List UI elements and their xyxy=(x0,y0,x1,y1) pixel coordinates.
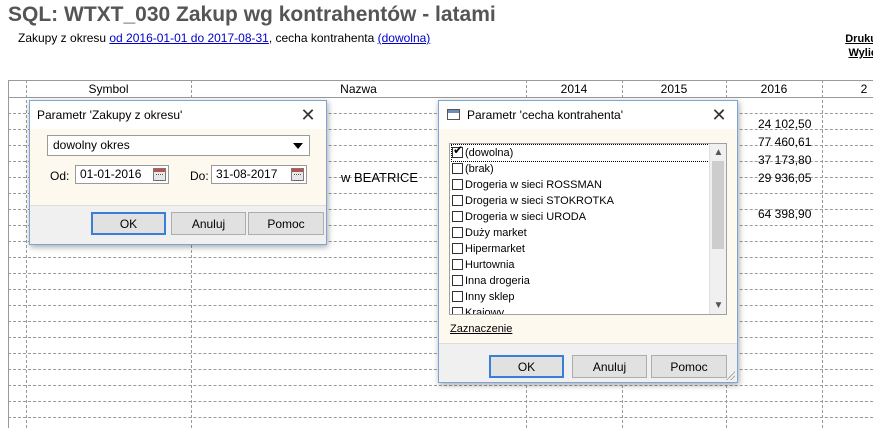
feature-item-label: Hipermarket xyxy=(465,243,525,255)
report-subtitle: Zakupy z okresu od 2016-01-01 do 2017-08… xyxy=(18,31,430,45)
column-header-2016: 2016 xyxy=(760,82,788,96)
cancel-button[interactable]: Anuluj xyxy=(171,212,246,235)
feature-link[interactable]: (dowolna) xyxy=(378,31,431,45)
column-header-2015: 2015 xyxy=(660,82,688,96)
table-cell-name: w BEATRICE xyxy=(341,170,419,185)
column-header-2014: 2014 xyxy=(560,82,588,96)
period-dialog-footer: OK Anuluj Pomoc xyxy=(30,205,326,244)
checkmark-icon: ✔ xyxy=(453,143,464,157)
subtitle-middle: , cecha kontrahenta xyxy=(268,31,378,45)
feature-list[interactable]: ✔ (dowolna) (brak) Drogeria w sieci ROSS… xyxy=(449,143,727,315)
feature-item-label: Drogeria w sieci URODA xyxy=(465,211,587,223)
calculate-link[interactable]: Wylic xyxy=(848,47,873,59)
calendar-icon[interactable] xyxy=(153,168,166,181)
table-cell-2016: 77 460,61 xyxy=(758,135,812,149)
subtitle-prefix: Zakupy z okresu xyxy=(18,31,110,45)
report-title: SQL: WTXT_030 Zakup wg kontrahentów - la… xyxy=(8,3,496,26)
feature-item-label: (dowolna) xyxy=(465,147,514,159)
help-button[interactable]: Pomoc xyxy=(651,355,727,378)
from-date-value: 01-01-2016 xyxy=(80,167,142,181)
chevron-down-icon[interactable]: ▼ xyxy=(710,297,726,314)
close-icon[interactable]: ✕ xyxy=(709,105,729,125)
to-label: Do: xyxy=(190,169,209,183)
list-scrollbar[interactable]: ▲ ▼ xyxy=(709,144,726,314)
feature-dialog-footer: OK Anuluj Pomoc xyxy=(439,343,737,382)
column-header-symbol: Symbol xyxy=(88,82,129,96)
feature-dialog-body: ✔ (dowolna) (brak) Drogeria w sieci ROSS… xyxy=(439,129,737,343)
print-link[interactable]: Druku xyxy=(845,33,873,45)
feature-item-label: Inna drogeria xyxy=(465,275,530,287)
feature-item-label: Krajowy xyxy=(465,307,505,315)
feature-item-label: Duży market xyxy=(465,227,527,239)
period-dialog: Parametr 'Zakupy z okresu' ✕ dowolny okr… xyxy=(29,100,327,245)
feature-item-label: (brak) xyxy=(465,163,494,175)
period-dialog-titlebar[interactable]: Parametr 'Zakupy z okresu' ✕ xyxy=(30,101,326,129)
scrollbar-thumb[interactable] xyxy=(712,161,724,249)
table-cell-2016: 29 936,05 xyxy=(758,171,812,185)
feature-dialog-title: Parametr 'cecha kontrahenta' xyxy=(467,108,623,122)
period-link[interactable]: od 2016-01-01 do 2017-08-31 xyxy=(109,31,268,45)
from-date-field[interactable]: 01-01-2016 xyxy=(75,165,169,184)
checkbox[interactable] xyxy=(452,243,463,254)
checkbox[interactable] xyxy=(452,275,463,286)
ok-button[interactable]: OK xyxy=(489,355,564,378)
column-header-name: Nazwa xyxy=(340,82,377,96)
feature-item-label: Drogeria w sieci ROSSMAN xyxy=(465,179,602,191)
feature-item[interactable]: ✔ (dowolna) xyxy=(451,143,726,162)
table-cell-2016: 24 102,50 xyxy=(758,117,812,131)
feature-item-label: Drogeria w sieci STOKROTKA xyxy=(465,195,614,207)
from-label: Od: xyxy=(50,169,70,183)
checkbox[interactable] xyxy=(452,307,463,314)
feature-dialog-titlebar[interactable]: Parametr 'cecha kontrahenta' ✕ xyxy=(439,101,737,129)
to-date-field[interactable]: 31-08-2017 xyxy=(211,165,307,184)
checkbox[interactable] xyxy=(452,211,463,222)
close-icon[interactable]: ✕ xyxy=(298,105,318,125)
period-dialog-title: Parametr 'Zakupy z okresu' xyxy=(37,108,183,122)
period-dialog-body: dowolny okres Od: 01-01-2016 Do: 31-08-2… xyxy=(30,129,326,205)
checkbox[interactable] xyxy=(452,195,463,206)
checkbox[interactable] xyxy=(452,227,463,238)
cancel-button[interactable]: Anuluj xyxy=(572,355,647,378)
checkbox[interactable] xyxy=(452,163,463,174)
selection-link[interactable]: Zaznaczenie xyxy=(450,323,512,335)
ok-button[interactable]: OK xyxy=(91,212,166,235)
feature-item-label: Hurtownia xyxy=(465,259,515,271)
checkbox[interactable]: ✔ xyxy=(452,143,464,158)
help-button[interactable]: Pomoc xyxy=(248,212,324,235)
column-header-2017: 2 xyxy=(860,82,868,96)
to-date-value: 31-08-2017 xyxy=(216,167,278,181)
checkbox[interactable] xyxy=(452,259,463,270)
chevron-down-icon xyxy=(293,143,303,149)
calendar-icon[interactable] xyxy=(291,168,304,181)
table-cell-2016: 64 398,90 xyxy=(758,207,812,221)
period-select-value: dowolny okres xyxy=(53,138,130,152)
feature-dialog: Parametr 'cecha kontrahenta' ✕ ✔ (dowoln… xyxy=(438,100,738,383)
chevron-up-icon[interactable]: ▲ xyxy=(710,144,726,161)
feature-item-label: Inny sklep xyxy=(465,291,515,303)
checkbox[interactable] xyxy=(452,291,463,302)
window-icon xyxy=(447,109,460,120)
checkbox[interactable] xyxy=(452,179,463,190)
resize-grip-icon[interactable] xyxy=(725,370,735,380)
period-select[interactable]: dowolny okres xyxy=(47,135,310,156)
table-cell-2016: 37 173,80 xyxy=(758,153,812,167)
